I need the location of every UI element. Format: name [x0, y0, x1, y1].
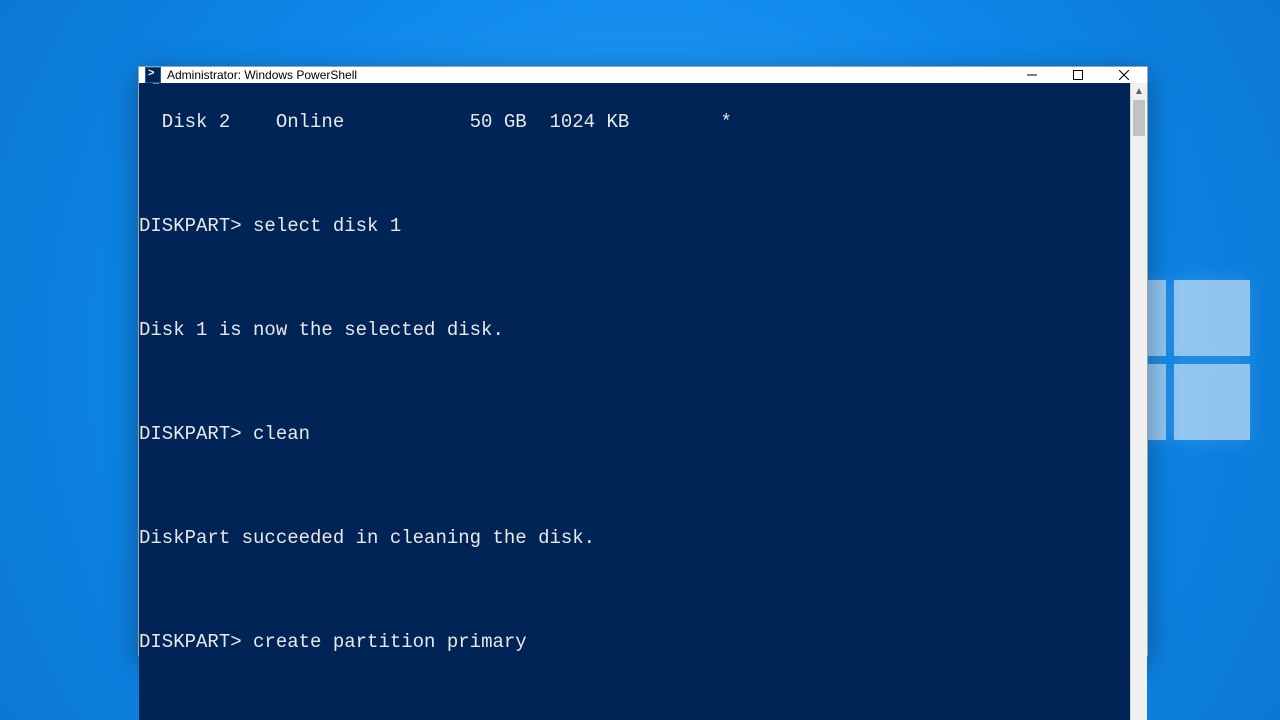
- titlebar[interactable]: Administrator: Windows PowerShell: [139, 67, 1147, 83]
- prompt-line: DISKPART> select disk 1: [139, 213, 1130, 239]
- powershell-icon: [145, 67, 161, 83]
- msg-clean: DiskPart succeeded in cleaning the disk.: [139, 525, 1130, 551]
- msg-selected: Disk 1 is now the selected disk.: [139, 317, 1130, 343]
- powershell-window: Administrator: Windows PowerShell Disk 2…: [138, 66, 1148, 656]
- window-controls: [1009, 67, 1147, 83]
- vertical-scrollbar[interactable]: ▲ ▼: [1130, 83, 1147, 720]
- cmd-clean: clean: [253, 423, 310, 445]
- scroll-up-button[interactable]: ▲: [1131, 83, 1147, 100]
- close-button[interactable]: [1101, 67, 1147, 83]
- terminal-output[interactable]: Disk 2 Online 50 GB 1024 KB * DISKPART> …: [139, 83, 1130, 720]
- scrollbar-thumb[interactable]: [1133, 100, 1145, 136]
- prompt-line: DISKPART> clean: [139, 421, 1130, 447]
- maximize-button[interactable]: [1055, 67, 1101, 83]
- cmd-create-partition: create partition primary: [253, 631, 527, 653]
- minimize-button[interactable]: [1009, 67, 1055, 83]
- prompt-line: DISKPART> create partition primary: [139, 629, 1130, 655]
- window-title: Administrator: Windows PowerShell: [167, 68, 1009, 82]
- cmd-select-disk: select disk 1: [253, 215, 401, 237]
- disk-list-row: Disk 2 Online 50 GB 1024 KB *: [139, 109, 1130, 135]
